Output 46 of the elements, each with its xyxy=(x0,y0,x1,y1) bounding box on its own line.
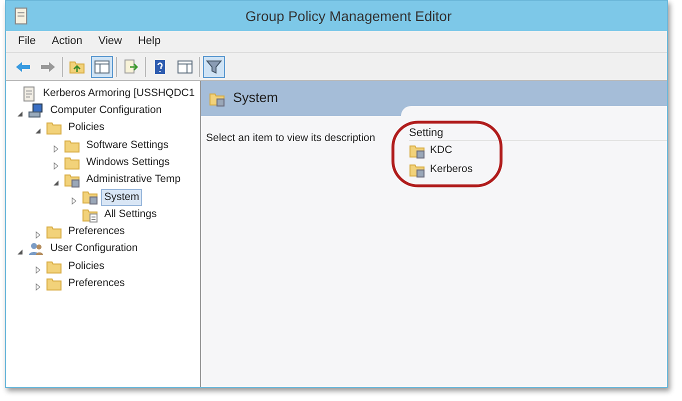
tree-item[interactable]: Policies xyxy=(65,119,108,138)
pane-title: System xyxy=(233,89,278,108)
app-icon xyxy=(12,7,30,25)
folder-icon xyxy=(64,154,80,171)
settings-folder-icon xyxy=(82,206,98,223)
list-item[interactable]: Kerberos xyxy=(427,160,476,178)
tree-item[interactable]: Preferences xyxy=(65,275,128,293)
computer-icon xyxy=(28,102,44,119)
tree-item[interactable]: Preferences xyxy=(65,223,128,241)
console-tree-button[interactable] xyxy=(91,56,113,78)
tree-item[interactable]: Policies xyxy=(65,258,108,276)
folder-icon xyxy=(46,258,62,275)
column-header[interactable]: Setting xyxy=(409,125,667,141)
help-icon xyxy=(152,58,168,74)
menu-item[interactable]: File xyxy=(12,33,42,50)
folder-icon xyxy=(64,138,80,154)
menu-item[interactable]: View xyxy=(92,33,128,50)
tree-item[interactable]: All Settings xyxy=(101,206,160,224)
users-icon xyxy=(28,241,44,258)
folder-icon xyxy=(46,224,62,240)
tree-item[interactable]: Administrative Temp xyxy=(83,171,184,190)
description-text: Select an item to view its description xyxy=(206,131,376,146)
tree-item[interactable]: Software Settings xyxy=(83,136,172,154)
policy-folder-icon xyxy=(64,172,80,188)
tree-item[interactable]: Windows Settings xyxy=(83,154,173,172)
folder-icon xyxy=(46,276,62,292)
tree-item[interactable]: Kerberos Armoring [USSHQDC1 xyxy=(40,84,198,103)
policy-folder-icon xyxy=(209,90,225,106)
export-icon xyxy=(123,58,139,74)
menu-item[interactable]: Help xyxy=(132,33,167,50)
action-pane-icon xyxy=(177,58,193,74)
filter-button[interactable] xyxy=(203,56,225,78)
document-icon xyxy=(21,86,37,102)
policy-folder-icon xyxy=(409,162,425,178)
policy-folder-icon xyxy=(82,189,98,206)
menu-item[interactable]: Action xyxy=(46,33,88,50)
folder-up-icon xyxy=(69,58,85,74)
tree-item[interactable]: Computer Configuration xyxy=(47,102,165,120)
filter-icon xyxy=(206,58,222,74)
folder-icon xyxy=(46,120,62,136)
tree-item[interactable]: User Configuration xyxy=(47,240,141,258)
list-item[interactable]: KDC xyxy=(427,142,456,160)
policy-folder-icon xyxy=(409,142,425,158)
tree-item[interactable]: System xyxy=(101,188,142,206)
window-title: Group Policy Management Editor xyxy=(244,6,453,26)
console-tree-icon xyxy=(94,58,110,74)
